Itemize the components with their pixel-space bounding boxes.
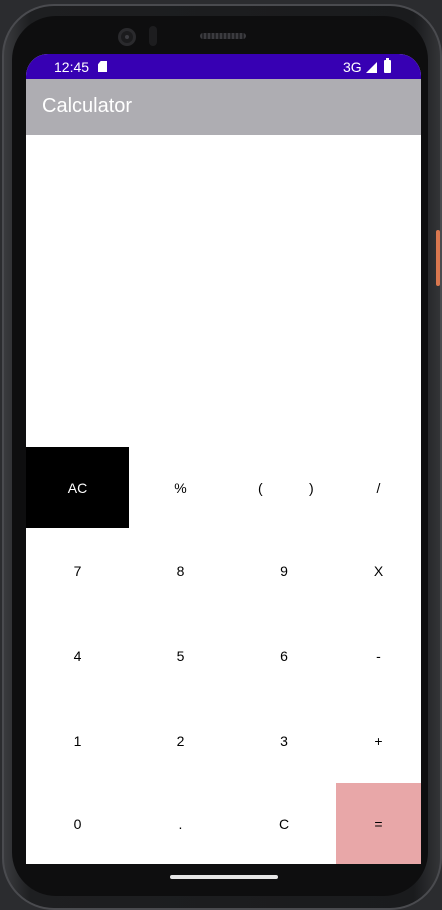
status-time: 12:45: [54, 59, 90, 75]
app-title: Calculator: [42, 95, 133, 117]
front-camera-icon: [118, 28, 136, 46]
digit-5-button[interactable]: 5: [129, 614, 232, 698]
percent-button[interactable]: %: [129, 447, 232, 528]
digit-4-button[interactable]: 4: [26, 614, 129, 698]
close-paren-label: ): [309, 480, 314, 496]
power-button: [436, 230, 440, 286]
phone-screen: 12:45 3G Calculator AC % ( ) / 7 8 9 X 4…: [26, 54, 421, 864]
sensor-icon: [149, 26, 157, 46]
app-bar: Calculator: [26, 79, 421, 135]
digit-2-button[interactable]: 2: [129, 698, 232, 783]
digit-8-button[interactable]: 8: [129, 528, 232, 614]
signal-icon: [366, 62, 377, 73]
keypad: AC % ( ) / 7 8 9 X 4 5 6 - 1 2 3 + 0 . C…: [26, 447, 421, 864]
calculator-display: [26, 135, 421, 447]
clear-button[interactable]: C: [232, 783, 336, 864]
home-indicator[interactable]: [170, 875, 278, 879]
digit-7-button[interactable]: 7: [26, 528, 129, 614]
digit-6-button[interactable]: 6: [232, 614, 336, 698]
digit-0-button[interactable]: 0: [26, 783, 129, 864]
status-bar: 12:45 3G: [26, 54, 421, 79]
digit-9-button[interactable]: 9: [232, 528, 336, 614]
digit-1-button[interactable]: 1: [26, 698, 129, 783]
earpiece-speaker: [200, 33, 246, 39]
digit-3-button[interactable]: 3: [232, 698, 336, 783]
open-paren-label: (: [258, 480, 263, 496]
battery-icon: [384, 58, 391, 73]
decimal-button[interactable]: .: [129, 783, 232, 864]
plus-button[interactable]: +: [336, 698, 421, 783]
ac-button[interactable]: AC: [26, 447, 129, 528]
minus-button[interactable]: -: [336, 614, 421, 698]
multiply-button[interactable]: X: [336, 528, 421, 614]
divide-button[interactable]: /: [336, 447, 421, 528]
parenthesis-button[interactable]: ( ): [232, 447, 336, 528]
equals-button[interactable]: =: [336, 783, 421, 864]
network-type: 3G: [343, 59, 362, 75]
sd-card-icon: [98, 61, 107, 72]
